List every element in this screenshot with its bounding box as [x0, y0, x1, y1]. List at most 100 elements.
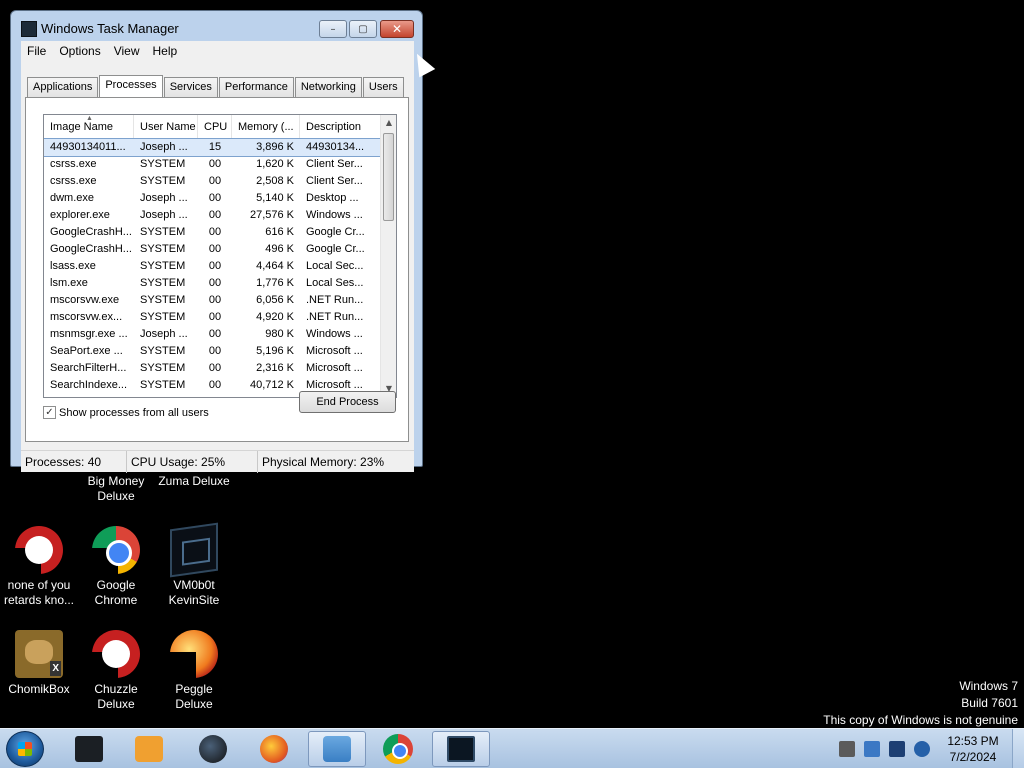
process-cpu: 00: [208, 158, 222, 170]
desktop-icon-label: Zuma Deluxe: [158, 474, 230, 488]
tab-networking[interactable]: Networking: [294, 77, 362, 97]
table-row[interactable]: GoogleCrashH... SYSTEM 00 616 K Google Cr...: [44, 224, 382, 241]
process-image-name: SearchFilterH...: [50, 362, 127, 374]
column-user-name[interactable]: User Name: [134, 115, 198, 138]
desktop-icon-none-of-you[interactable]: none of you retards kno...: [0, 526, 78, 608]
process-list[interactable]: ▲ Image Name User Name CPU Memory (... De…: [43, 114, 397, 398]
tray-device-icon[interactable]: [839, 741, 855, 757]
desktop-icon-big-money-deluxe[interactable]: Big Money Deluxe: [77, 474, 155, 504]
start-button[interactable]: [6, 731, 44, 767]
desktop-icon-label: none of you retards kno...: [3, 578, 75, 607]
process-memory: 5,196 K: [256, 345, 294, 357]
table-row[interactable]: SearchFilterH... SYSTEM 00 2,316 K Microsoft…: [44, 360, 382, 377]
minimize-button[interactable]: –: [319, 20, 347, 38]
process-rows: 44930134011... Joseph ... 15 3,896 K 4493013…: [44, 138, 383, 394]
desktop-icon-zuma-deluxe[interactable]: Zuma Deluxe: [155, 474, 233, 489]
table-row[interactable]: lsm.exe SYSTEM 00 1,776 K Local Ses...: [44, 275, 382, 292]
taskbar-app-firefox[interactable]: [245, 731, 303, 767]
task-manager-icon: [447, 736, 475, 762]
menu-view[interactable]: View: [108, 44, 147, 58]
show-all-users-label: Show processes from all users: [59, 406, 209, 419]
process-user-name: SYSTEM: [140, 362, 186, 374]
maximize-button[interactable]: ▢: [349, 20, 377, 38]
menu-help[interactable]: Help: [147, 44, 185, 58]
tab-processes[interactable]: Processes: [99, 75, 163, 97]
menu-file[interactable]: File: [21, 44, 53, 58]
taskbar-app-media-player[interactable]: [120, 731, 178, 767]
process-image-name: 44930134011...: [50, 141, 126, 153]
process-description: Client Ser...: [306, 158, 363, 170]
close-button[interactable]: ✕: [380, 20, 414, 38]
process-image-name: GoogleCrashH...: [50, 226, 132, 238]
show-all-users-option[interactable]: ✓ Show processes from all users: [43, 406, 209, 419]
table-row[interactable]: csrss.exe SYSTEM 00 1,620 K Client Ser...: [44, 156, 382, 173]
title-bar[interactable]: Windows Task Manager – ▢ ✕: [11, 11, 422, 41]
taskbar: 12:53 PM 7/2/2024: [0, 728, 1024, 768]
process-list-scrollbar[interactable]: ▲ ▼: [380, 115, 396, 397]
show-desktop-button[interactable]: [1012, 729, 1024, 768]
process-description: .NET Run...: [306, 311, 364, 323]
menu-options[interactable]: Options: [53, 44, 107, 58]
column-image-name[interactable]: ▲ Image Name: [44, 115, 134, 138]
process-image-name: explorer.exe: [50, 209, 110, 221]
column-description[interactable]: Description: [300, 115, 382, 138]
processes-panel: ▲ Image Name User Name CPU Memory (... De…: [25, 97, 409, 442]
process-user-name: SYSTEM: [140, 158, 186, 170]
taskbar-app-task-manager[interactable]: [432, 731, 490, 767]
desktop-icon-google-chrome[interactable]: Google Chrome: [77, 526, 155, 608]
tray-flag-icon[interactable]: [864, 741, 880, 757]
process-user-name: Joseph ...: [140, 209, 188, 221]
desktop-icon-chuzzle-deluxe[interactable]: Chuzzle Deluxe: [77, 630, 155, 712]
taskbar-app-users[interactable]: [308, 731, 366, 767]
process-memory: 40,712 K: [249, 379, 294, 391]
taskbar-app-chrome[interactable]: [369, 731, 427, 767]
table-row[interactable]: GoogleCrashH... SYSTEM 00 496 K Google Cr...: [44, 241, 382, 258]
column-memory[interactable]: Memory (...: [232, 115, 300, 138]
table-row[interactable]: dwm.exe Joseph ... 00 5,140 K Desktop ...: [44, 190, 382, 207]
column-cpu[interactable]: CPU: [198, 115, 232, 138]
process-description: Client Ser...: [306, 175, 363, 187]
tray-volume-icon[interactable]: [914, 741, 930, 757]
status-cpu-usage: CPU Usage: 25%: [127, 451, 258, 473]
process-list-header: ▲ Image Name User Name CPU Memory (... De…: [44, 115, 396, 139]
table-row[interactable]: mscorsvw.exe SYSTEM 00 6,056 K .NET Run...: [44, 292, 382, 309]
process-image-name: mscorsvw.exe: [50, 294, 120, 306]
desktop-icon-label: Chuzzle Deluxe: [94, 682, 138, 711]
process-memory: 1,620 K: [256, 158, 294, 170]
taskbar-app-dark-window[interactable]: [60, 731, 118, 767]
tab-services[interactable]: Services: [163, 77, 218, 97]
table-row[interactable]: lsass.exe SYSTEM 00 4,464 K Local Sec...: [44, 258, 382, 275]
table-row[interactable]: explorer.exe Joseph ... 00 27,576 K Windows …: [44, 207, 382, 224]
taskbar-clock[interactable]: 12:53 PM 7/2/2024: [940, 733, 1006, 765]
table-row[interactable]: msnmsgr.exe ... Joseph ... 00 980 K Windows …: [44, 326, 382, 343]
show-all-users-checkbox[interactable]: ✓: [43, 406, 56, 419]
process-memory: 616 K: [265, 226, 294, 238]
desktop-icon-chomikbox[interactable]: ChomikBox: [0, 630, 78, 697]
task-manager-window: Windows Task Manager – ▢ ✕ File Options …: [10, 10, 423, 473]
red-circle-icon: [92, 630, 140, 678]
desktop-icon-peggle-deluxe[interactable]: Peggle Deluxe: [155, 630, 233, 712]
scroll-up-icon[interactable]: ▲: [381, 115, 396, 131]
process-cpu: 15: [208, 141, 222, 153]
table-row[interactable]: 44930134011... Joseph ... 15 3,896 K 4493013…: [44, 138, 383, 157]
process-cpu: 00: [208, 209, 222, 221]
process-memory: 2,508 K: [256, 175, 294, 187]
tab-performance[interactable]: Performance: [218, 77, 294, 97]
red-circle-icon: [15, 526, 63, 574]
status-bar: Processes: 40 CPU Usage: 25% Physical Me…: [21, 450, 414, 473]
process-cpu: 00: [208, 277, 222, 289]
table-row[interactable]: csrss.exe SYSTEM 00 2,508 K Client Ser...: [44, 173, 382, 190]
tray-network-icon[interactable]: [889, 741, 905, 757]
table-row[interactable]: mscorsvw.ex... SYSTEM 00 4,920 K .NET Run...: [44, 309, 382, 326]
taskbar-app-ball[interactable]: [184, 731, 242, 767]
process-memory: 2,316 K: [256, 362, 294, 374]
watermark-line-2: Build 7601: [961, 696, 1018, 710]
users-icon: [323, 736, 351, 762]
table-row[interactable]: SeaPort.exe ... SYSTEM 00 5,196 K Microsoft …: [44, 343, 382, 360]
tab-users[interactable]: Users: [362, 77, 404, 97]
scroll-thumb[interactable]: [383, 133, 394, 221]
tab-applications[interactable]: Applications: [27, 77, 99, 97]
desktop-icon-vm0b0t-kevinsite[interactable]: VM0b0t KevinSite: [155, 522, 233, 608]
end-process-button[interactable]: End Process: [299, 391, 396, 413]
process-cpu: 00: [208, 260, 222, 272]
